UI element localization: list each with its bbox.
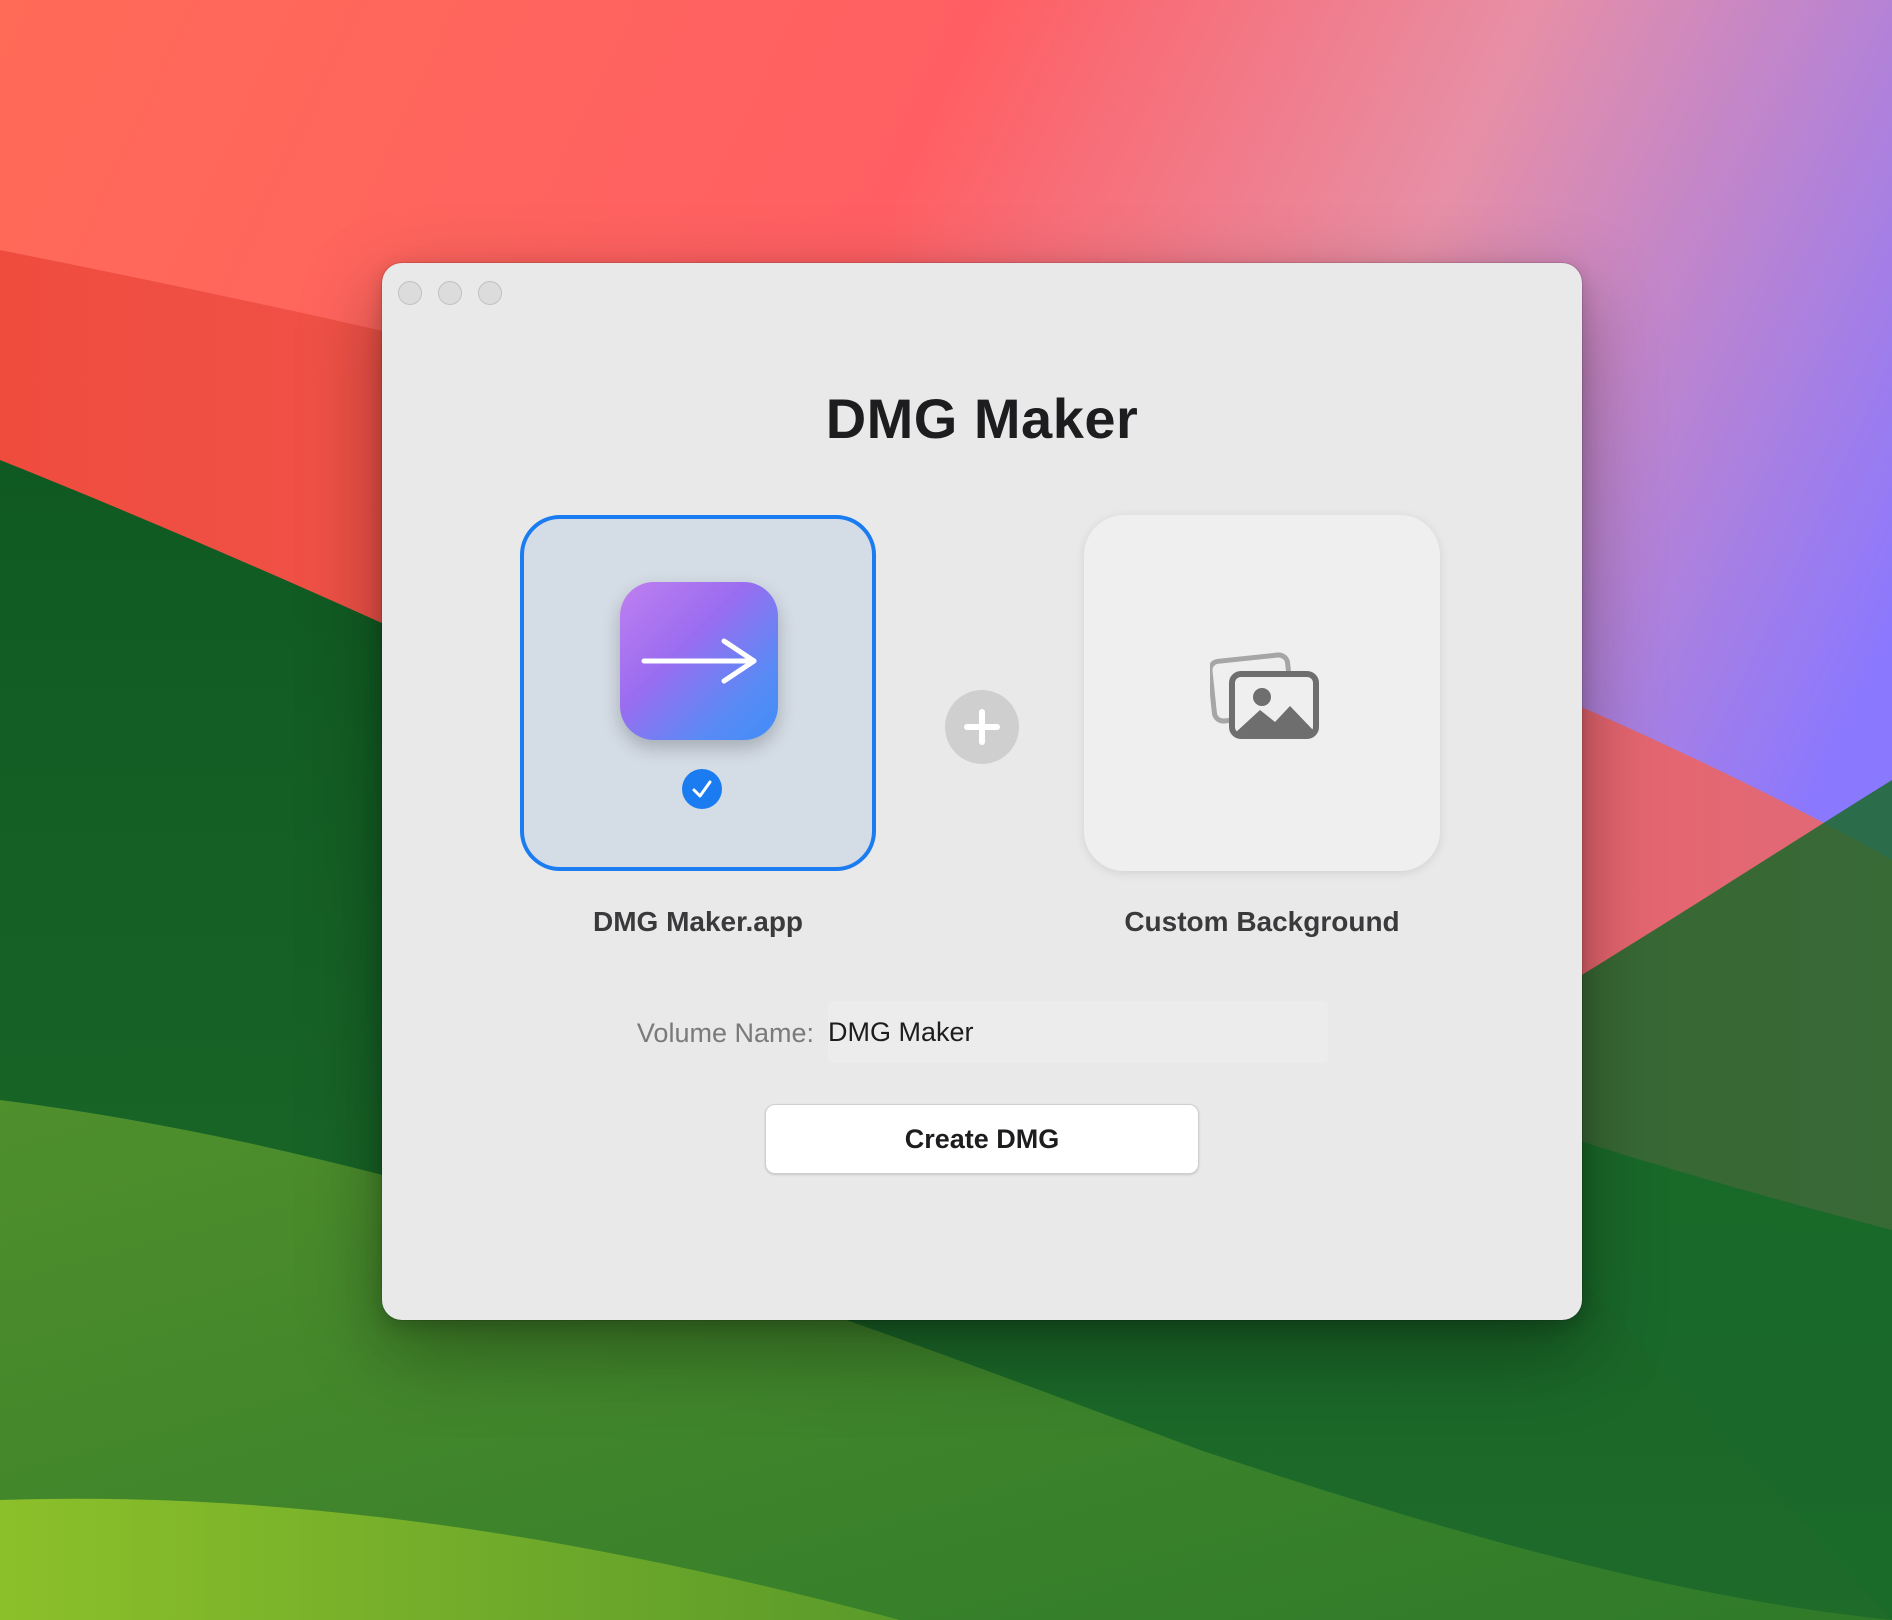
main-window: DMG Maker DMG Maker.app Custom Backgroun… [382, 263, 1582, 1320]
app-well-label: DMG Maker.app [592, 906, 804, 937]
zoom-button[interactable] [478, 281, 502, 305]
page-title: DMG Maker [825, 387, 1139, 450]
background-well-label: Custom Background [1124, 906, 1400, 937]
plus-circle-icon [945, 690, 1019, 764]
close-button[interactable] [398, 281, 422, 305]
photo-stack-icon [1207, 650, 1320, 745]
app-icon [620, 582, 778, 740]
create-dmg-button[interactable]: Create DMG [765, 1104, 1199, 1174]
volume-name-field[interactable] [828, 1001, 1328, 1063]
background-drop-well[interactable] [1084, 515, 1440, 871]
arrow-right-icon [641, 638, 757, 684]
window-controls [398, 281, 502, 305]
volume-name-label: Volume Name: [636, 1018, 814, 1048]
app-drop-well[interactable] [520, 515, 876, 871]
minimize-button[interactable] [438, 281, 462, 305]
selected-checkmark-icon [682, 769, 722, 809]
